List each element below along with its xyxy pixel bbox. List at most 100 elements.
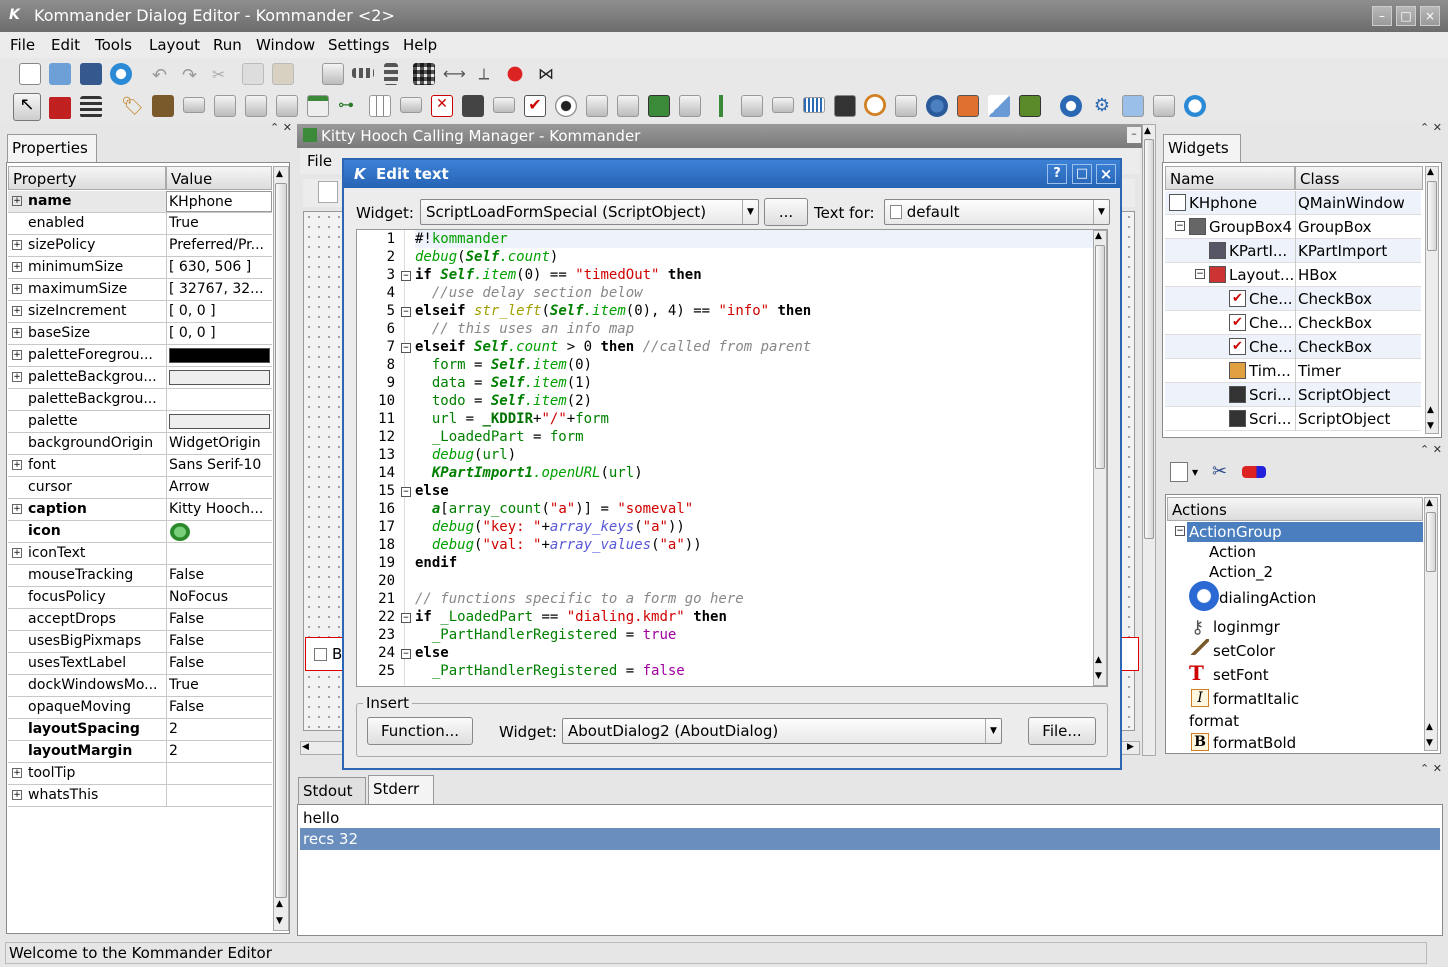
lay-out-grid-icon[interactable]	[413, 63, 435, 85]
property-value[interactable]: [ 630, 506 ]	[166, 257, 272, 278]
property-row[interactable]: + sizePolicy Preferred/Pr...	[8, 235, 272, 257]
expand-icon[interactable]: +	[12, 372, 22, 382]
widget-row[interactable]: Tim... Timer	[1165, 359, 1421, 383]
value-column-header[interactable]: Value	[166, 166, 272, 190]
property-row[interactable]: opaqueMoving False	[8, 697, 272, 719]
property-row[interactable]: enabled True	[8, 213, 272, 235]
property-row[interactable]: + name KHphone	[8, 191, 272, 213]
color-swatch[interactable]	[169, 370, 270, 385]
output-line-selected[interactable]: recs 32	[300, 828, 1440, 850]
tab-widgets[interactable]: Widgets	[1163, 134, 1241, 162]
widget-row[interactable]: − GroupBox4 GroupBox	[1165, 215, 1421, 239]
property-column-header[interactable]: Property	[8, 166, 166, 190]
actions-scroll-up-icon[interactable]: ▲	[1426, 498, 1433, 508]
property-row[interactable]: icon	[8, 521, 272, 543]
actions-scrollbar[interactable]: ▲ ▲ ▼	[1424, 497, 1438, 751]
dialog-maximize-button[interactable]: □	[1072, 164, 1092, 184]
vertical-splitter-icon[interactable]: ⟂	[473, 64, 495, 86]
property-row[interactable]: + minimumSize [ 630, 506 ]	[8, 257, 272, 279]
lay-out-horizontally-icon[interactable]	[352, 68, 374, 78]
expand-icon[interactable]: +	[12, 328, 22, 338]
new-action-icon[interactable]	[1170, 462, 1188, 482]
preview-icon[interactable]: ⋈	[535, 64, 557, 86]
tab-stdout[interactable]: Stdout	[298, 777, 366, 805]
undo-icon[interactable]: ↶	[152, 65, 174, 87]
widgets-scroll-thumb[interactable]	[1427, 181, 1437, 251]
insert-file-button[interactable]: File...	[1028, 717, 1096, 745]
form-minimize-button[interactable]: –	[1127, 127, 1141, 143]
expand-icon[interactable]: +	[12, 196, 22, 206]
dialog-icon[interactable]	[1122, 95, 1144, 117]
property-value[interactable]	[166, 389, 272, 410]
actions-header[interactable]: Actions	[1167, 497, 1423, 521]
property-row[interactable]: + paletteForegrou...	[8, 345, 272, 367]
form-scroll-right-icon[interactable]: ▶	[1127, 742, 1134, 752]
property-row[interactable]: cursor Arrow	[8, 477, 272, 499]
property-value[interactable]: Sans Serif-10	[166, 455, 272, 476]
insert-widget-combo[interactable]: AboutDialog2 (AboutDialog) ▼	[562, 718, 1002, 744]
text-edit-icon[interactable]	[276, 95, 298, 117]
adjust-size-icon[interactable]	[322, 63, 344, 85]
widgets-scrollbar[interactable]: ▲ ▲ ▼	[1425, 166, 1439, 434]
scroll-up-arrow-icon[interactable]: ▲	[276, 169, 283, 179]
expand-icon[interactable]: +	[12, 790, 22, 800]
cut-icon[interactable]: ✂	[212, 65, 234, 87]
expand-icon[interactable]: +	[12, 306, 22, 316]
property-value[interactable]: WidgetOrigin	[166, 433, 272, 454]
property-row[interactable]: backgroundOrigin WidgetOrigin	[8, 433, 272, 455]
widget-combo[interactable]: ScriptLoadFormSpecial (ScriptObject) ▼	[420, 199, 759, 225]
dialing-action-item[interactable]: dialingAction	[1219, 589, 1316, 607]
format-bold-item[interactable]: formatBold	[1213, 734, 1296, 752]
property-value[interactable]: 2	[166, 741, 272, 762]
tree-widget-icon[interactable]: ⊶	[338, 95, 360, 117]
minimize-button[interactable]: –	[1372, 6, 1392, 26]
properties-scrollbar[interactable]: ▲ ▲ ▼	[273, 166, 289, 931]
checkbox-icon[interactable]: ✔	[524, 95, 546, 117]
set-color-item[interactable]: setColor	[1213, 642, 1275, 660]
text-label-icon[interactable]	[214, 95, 236, 117]
tab-widget-icon[interactable]	[1019, 95, 1041, 117]
form-scroll-up-icon[interactable]: ▲	[1144, 126, 1151, 136]
collapse-icon[interactable]: −	[1195, 269, 1205, 279]
menu-run[interactable]: Run	[213, 36, 242, 54]
horizontal-splitter-icon[interactable]: ⟷	[443, 64, 466, 86]
menu-help[interactable]: Help	[403, 36, 437, 54]
widget-row[interactable]: − Layout... HBox	[1165, 263, 1421, 287]
pointer-icon[interactable]: ↖	[13, 93, 41, 121]
form-new-icon[interactable]	[318, 181, 338, 203]
property-row[interactable]: usesTextLabel False	[8, 653, 272, 675]
text-browser-icon[interactable]	[988, 95, 1010, 117]
format-italic-item[interactable]: formatItalic	[1213, 690, 1299, 708]
execute-button-icon[interactable]	[772, 97, 794, 113]
expand-icon[interactable]: +	[12, 240, 22, 250]
property-value[interactable]: 2	[166, 719, 272, 740]
ok-button-icon[interactable]	[400, 97, 422, 113]
open-folder-icon[interactable]	[49, 63, 71, 85]
new-action-dropdown-icon[interactable]: ▼	[1192, 468, 1198, 477]
widget-row[interactable]: Scri... ScriptObject	[1165, 407, 1421, 431]
property-row[interactable]: palette	[8, 411, 272, 433]
color-swatch[interactable]	[169, 414, 270, 429]
about-dialog-icon[interactable]	[1060, 95, 1082, 117]
save-icon[interactable]	[80, 63, 102, 85]
code-scrollbar[interactable]: ▲ ▲ ▼	[1093, 230, 1107, 686]
line-edit-2-icon[interactable]	[493, 97, 515, 113]
actions-dock-controls[interactable]: ⌃ ✕	[1420, 443, 1442, 456]
dialog-close-button[interactable]: ×	[1096, 164, 1116, 184]
paste-icon[interactable]	[272, 63, 294, 85]
property-row[interactable]: acceptDrops False	[8, 609, 272, 631]
property-value[interactable]	[166, 785, 272, 806]
combo-box-icon[interactable]	[741, 95, 763, 117]
action-2-item[interactable]: Action_2	[1209, 563, 1273, 581]
property-value[interactable]: [ 0, 0 ]	[166, 323, 272, 344]
new-file-icon[interactable]	[19, 63, 41, 85]
spin-box-icon[interactable]	[245, 95, 267, 117]
collapse-icon[interactable]: −	[1175, 526, 1185, 536]
menu-window[interactable]: Window	[256, 36, 315, 54]
code-scroll-thumb[interactable]	[1095, 245, 1105, 469]
tab-stderr[interactable]: Stderr	[368, 775, 434, 805]
expand-icon[interactable]: +	[12, 262, 22, 272]
pixmap-label-icon[interactable]	[152, 95, 174, 117]
scroll-down-arrow-icon[interactable]: ▼	[276, 916, 283, 926]
property-value[interactable]: False	[166, 697, 272, 718]
